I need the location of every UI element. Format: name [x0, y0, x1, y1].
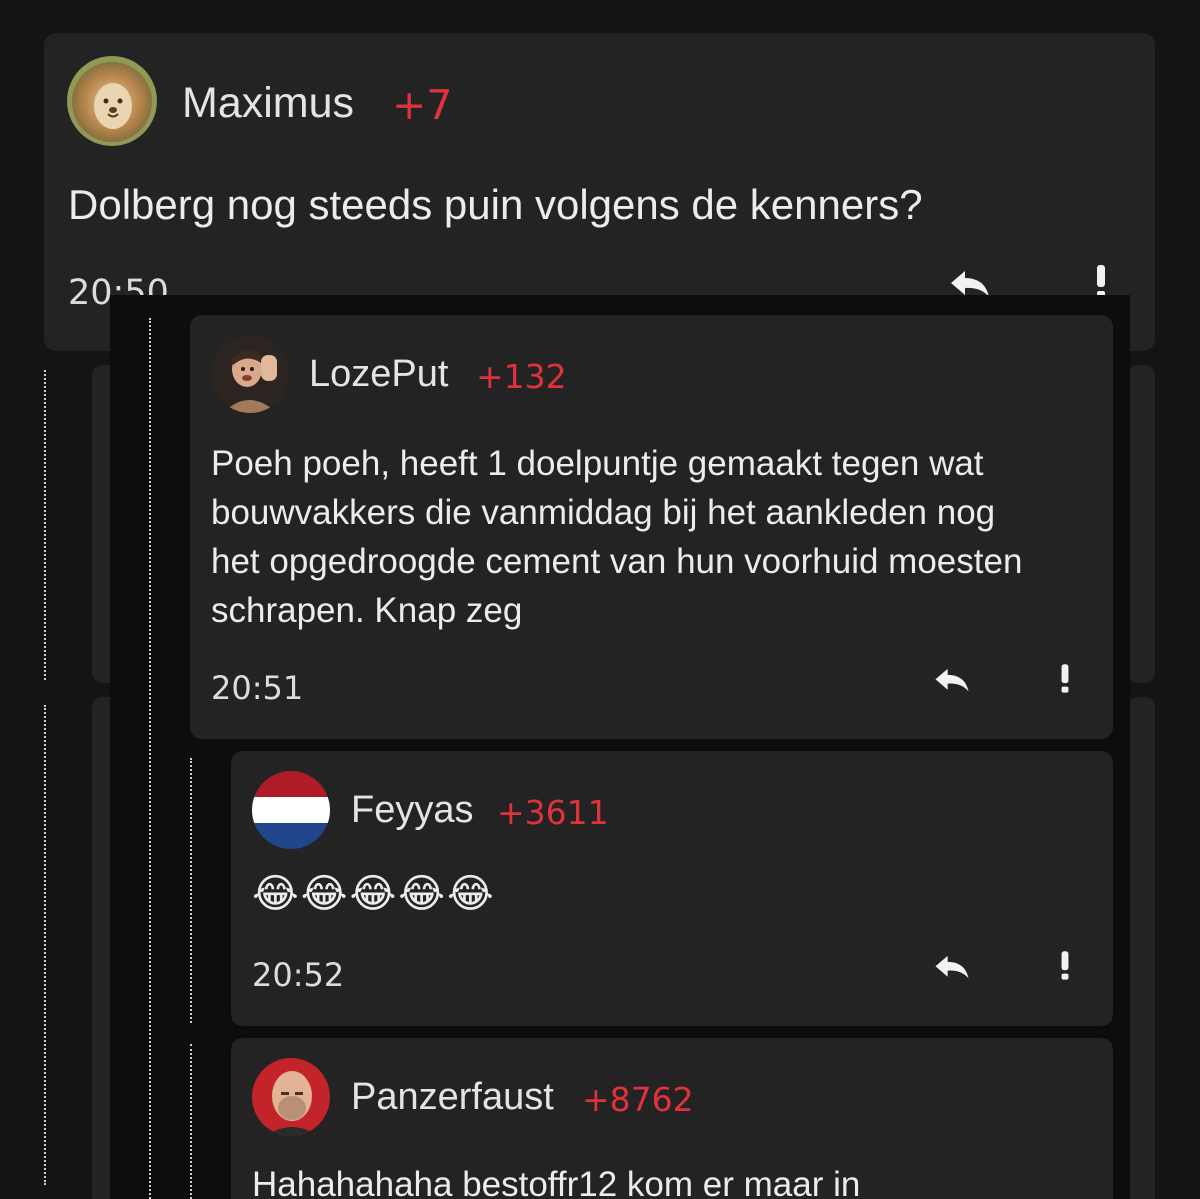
reply-arrow-icon[interactable] — [928, 660, 976, 702]
hidden-card-right-bottom — [1128, 697, 1155, 1199]
username[interactable]: LozePut — [309, 353, 448, 396]
comment-card-lozeput: LozePut +132 Poeh poeh, heeft 1 doelpunt… — [190, 315, 1113, 739]
exclamation-icon[interactable] — [1050, 658, 1080, 698]
comment-card-feyyas: Feyyas +3611 😂😂😂😂😂 20:52 — [231, 751, 1113, 1026]
hidden-card-right-top — [1128, 365, 1155, 683]
comment-text: Poeh poeh, heeft 1 doelpuntje gemaakt te… — [211, 444, 1023, 630]
thread-line — [190, 1044, 192, 1199]
score-badge: +8762 — [582, 1080, 694, 1119]
username[interactable]: Feyyas — [351, 789, 473, 832]
thread-line — [44, 705, 46, 1185]
thread-line — [44, 370, 46, 680]
timestamp: 20:52 — [252, 956, 345, 994]
reply-arrow-icon[interactable] — [928, 947, 976, 989]
username[interactable]: Panzerfaust — [351, 1076, 554, 1119]
dutch-flag-avatar[interactable] — [252, 771, 330, 849]
comment-text: 😂😂😂😂😂 — [252, 872, 496, 916]
exclamation-icon[interactable] — [1050, 945, 1080, 985]
score-badge: +7 — [392, 81, 453, 129]
score-badge: +3611 — [497, 793, 609, 832]
comment-text: Hahahahaha bestoffr12 kom er maar in — [252, 1165, 861, 1199]
comment-card-panzerfaust: Panzerfaust +8762 Hahahahaha bestoffr12 … — [231, 1038, 1113, 1199]
lion-avatar[interactable] — [67, 56, 157, 146]
timestamp: 20:51 — [211, 669, 304, 707]
person-photo-avatar[interactable] — [211, 335, 289, 413]
thread-line — [149, 318, 151, 1199]
thread-line — [190, 758, 192, 1023]
bald-man-avatar[interactable] — [252, 1058, 330, 1136]
username[interactable]: Maximus — [182, 79, 354, 128]
comment-text: Dolberg nog steeds puin volgens de kenne… — [68, 181, 923, 228]
comment-thread: Maximus +7 Dolberg nog steeds puin volge… — [0, 0, 1200, 1199]
score-badge: +132 — [476, 357, 567, 396]
